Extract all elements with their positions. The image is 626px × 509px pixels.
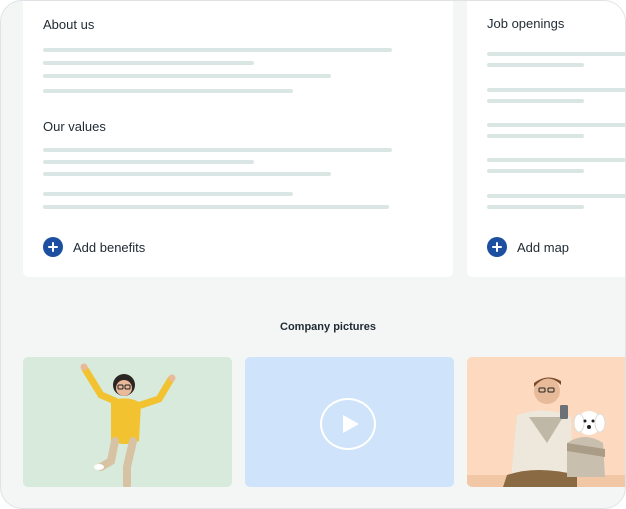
about-text-placeholder: [43, 48, 392, 52]
job-openings-card: Job openings Add map: [467, 1, 625, 277]
company-picture-tile[interactable]: [467, 357, 625, 487]
about-text-placeholder: [43, 61, 254, 65]
add-map-label: Add map: [517, 239, 570, 255]
job-text-placeholder: [487, 158, 625, 162]
company-pictures-heading: Company pictures: [280, 321, 376, 333]
plus-icon: [43, 237, 63, 257]
our-values-heading: Our values: [43, 119, 106, 134]
job-text-placeholder: [487, 99, 584, 103]
add-map-button[interactable]: Add map: [487, 237, 569, 257]
preview-frame: About us Our values Add benefits Job ope…: [0, 0, 626, 509]
values-text-placeholder: [43, 160, 254, 164]
values-text-placeholder: [43, 172, 331, 176]
man-with-dog-illustration: [467, 377, 625, 487]
values-text-placeholder: [43, 205, 389, 209]
job-text-placeholder: [487, 205, 584, 209]
job-text-placeholder: [487, 52, 625, 56]
job-text-placeholder: [487, 123, 625, 127]
about-text-placeholder: [43, 74, 331, 78]
job-text-placeholder: [487, 88, 625, 92]
about-us-heading: About us: [43, 17, 95, 32]
add-benefits-button[interactable]: Add benefits: [43, 237, 145, 257]
company-picture-tile[interactable]: [23, 357, 232, 487]
job-text-placeholder: [487, 63, 584, 67]
play-icon[interactable]: [320, 398, 376, 450]
add-benefits-label: Add benefits: [73, 239, 146, 255]
job-text-placeholder: [487, 169, 584, 173]
job-text-placeholder: [487, 134, 584, 138]
values-text-placeholder: [43, 192, 293, 196]
plus-icon: [487, 237, 507, 257]
celebrating-woman-illustration: [80, 363, 176, 487]
company-info-card: About us Our values Add benefits: [23, 1, 453, 277]
values-text-placeholder: [43, 148, 392, 152]
about-text-placeholder: [43, 89, 293, 93]
job-text-placeholder: [487, 194, 625, 198]
job-openings-heading: Job openings: [487, 16, 565, 31]
company-video-tile[interactable]: [245, 357, 454, 487]
